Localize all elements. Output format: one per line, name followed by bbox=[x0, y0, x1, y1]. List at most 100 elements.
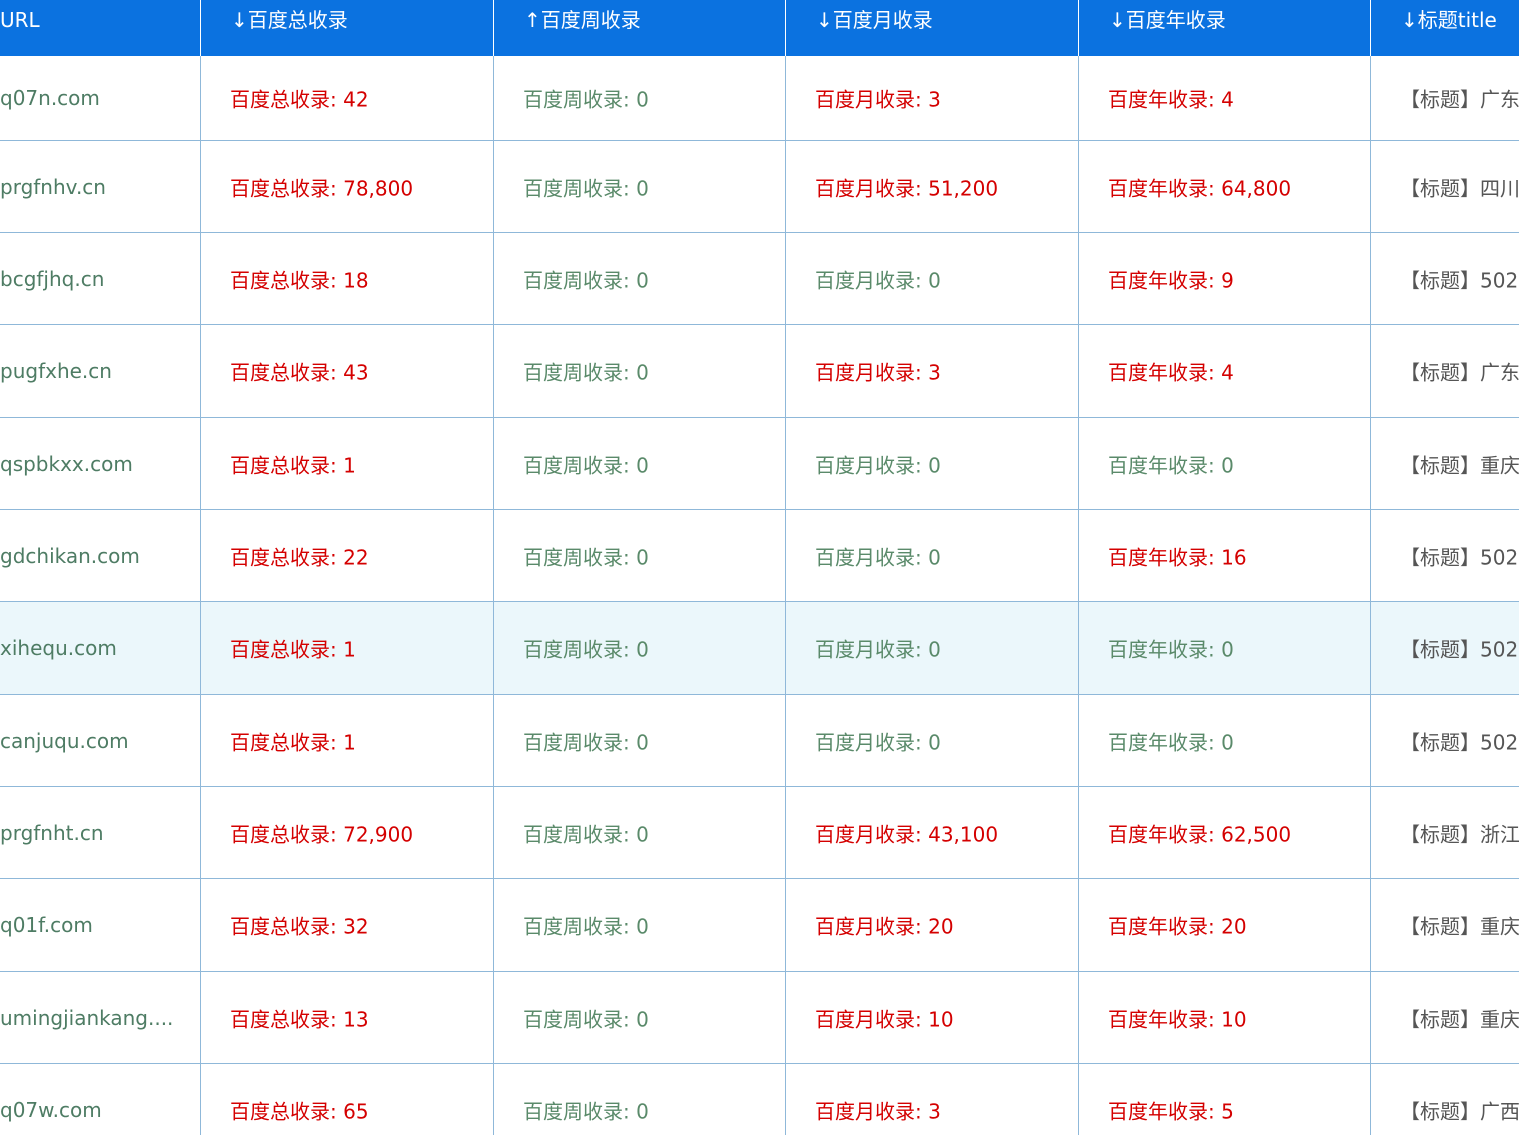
year-cell: 百度年收录: 9 bbox=[1079, 233, 1371, 324]
week-cell: 百度周收录: 0 bbox=[494, 602, 786, 694]
col-header-title[interactable]: ↓标题title bbox=[1371, 0, 1519, 56]
table-row[interactable]: q07w.com 百度总收录: 65 百度周收录: 0 百度月收录: 3 百度年收录: … bbox=[0, 1064, 1519, 1135]
month-cell-text: 百度月收录: 10 bbox=[815, 1007, 954, 1031]
month-cell-text: 百度月收录: 0 bbox=[815, 730, 941, 754]
week-cell-text: 百度周收录: 0 bbox=[523, 1099, 649, 1123]
table-row[interactable]: canjuqu.com 百度总收录: 1 百度周收录: 0 百度月收录: 0 百度年收录… bbox=[0, 695, 1519, 787]
url-cell-text[interactable]: q07w.com bbox=[0, 1098, 102, 1122]
url-cell-text[interactable]: q01f.com bbox=[0, 913, 93, 937]
total-cell-text: 百度总收录: 78,800 bbox=[230, 176, 414, 200]
month-cell-text: 百度月收录: 3 bbox=[815, 1099, 941, 1123]
url-cell-text[interactable]: prgfnht.cn bbox=[0, 821, 104, 845]
url-cell[interactable]: q01f.com bbox=[0, 879, 201, 971]
month-cell: 百度月收录: 3 bbox=[786, 56, 1079, 140]
year-cell-text: 百度年收录: 0 bbox=[1108, 730, 1234, 754]
col-header-year[interactable]: ↓百度年收录 bbox=[1079, 0, 1371, 56]
week-cell-text: 百度周收录: 0 bbox=[523, 87, 649, 112]
title-cell-text: 【标题】浙江 bbox=[1400, 822, 1519, 846]
url-cell[interactable]: qspbkxx.com bbox=[0, 418, 201, 509]
title-cell-text: 【标题】重庆 bbox=[1400, 453, 1519, 477]
total-cell: 百度总收录: 72,900 bbox=[201, 787, 494, 878]
table-row[interactable]: prgfnhv.cn 百度总收录: 78,800 百度周收录: 0 百度月收录: 51… bbox=[0, 141, 1519, 233]
month-cell-text: 百度月收录: 51,200 bbox=[815, 176, 999, 200]
url-cell[interactable]: q07n.com bbox=[0, 56, 201, 140]
month-cell: 百度月收录: 43,100 bbox=[786, 787, 1079, 878]
title-cell-text: 【标题】四川 bbox=[1400, 176, 1519, 200]
table-row[interactable]: xihequ.com 百度总收录: 1 百度周收录: 0 百度月收录: 0 百度年收录:… bbox=[0, 602, 1519, 695]
year-cell: 百度年收录: 16 bbox=[1079, 510, 1371, 601]
table-row[interactable]: umingjiankang.... 百度总收录: 13 百度周收录: 0 百度月收录:… bbox=[0, 972, 1519, 1064]
week-cell-text: 百度周收录: 0 bbox=[523, 822, 649, 846]
url-cell[interactable]: prgfnht.cn bbox=[0, 787, 201, 878]
total-cell-text: 百度总收录: 32 bbox=[230, 914, 369, 939]
week-cell: 百度周收录: 0 bbox=[494, 510, 786, 601]
table-row[interactable]: qspbkxx.com 百度总收录: 1 百度周收录: 0 百度月收录: 0 百度年收录… bbox=[0, 418, 1519, 510]
week-cell-text: 百度周收录: 0 bbox=[523, 453, 649, 477]
table-row[interactable]: pugfxhe.cn 百度总收录: 43 百度周收录: 0 百度月收录: 3 百度年收录… bbox=[0, 325, 1519, 418]
title-cell-text: 【标题】广东 bbox=[1400, 360, 1519, 385]
url-cell-text[interactable]: bcgfjhq.cn bbox=[0, 267, 104, 291]
url-cell[interactable]: q07w.com bbox=[0, 1064, 201, 1135]
url-cell-text[interactable]: gdchikan.com bbox=[0, 544, 140, 568]
week-cell: 百度周收录: 0 bbox=[494, 1064, 786, 1135]
col-header-week[interactable]: ↑百度周收录 bbox=[494, 0, 786, 56]
week-cell-text: 百度周收录: 0 bbox=[523, 268, 649, 292]
title-cell-text: 【标题】502 bbox=[1400, 268, 1519, 292]
url-cell[interactable]: umingjiankang.... bbox=[0, 972, 201, 1063]
month-cell: 百度月收录: 10 bbox=[786, 972, 1079, 1063]
month-cell-text: 百度月收录: 0 bbox=[815, 453, 941, 477]
week-cell-text: 百度周收录: 0 bbox=[523, 545, 649, 569]
total-cell-text: 百度总收录: 72,900 bbox=[230, 822, 414, 846]
table-row[interactable]: prgfnht.cn 百度总收录: 72,900 百度周收录: 0 百度月收录: 43… bbox=[0, 787, 1519, 879]
year-cell-text: 百度年收录: 0 bbox=[1108, 453, 1234, 477]
week-cell-text: 百度周收录: 0 bbox=[523, 176, 649, 200]
col-header-total[interactable]: ↓百度总收录 bbox=[201, 0, 494, 56]
title-cell-text: 【标题】502 bbox=[1400, 545, 1519, 569]
year-cell-text: 百度年收录: 62,500 bbox=[1108, 822, 1292, 846]
total-cell-text: 百度总收录: 22 bbox=[230, 545, 369, 569]
url-cell-text[interactable]: q07n.com bbox=[0, 86, 100, 110]
url-cell[interactable]: prgfnhv.cn bbox=[0, 141, 201, 232]
total-cell: 百度总收录: 42 bbox=[201, 56, 494, 140]
year-cell-text: 百度年收录: 9 bbox=[1108, 268, 1234, 292]
week-cell: 百度周收录: 0 bbox=[494, 695, 786, 786]
month-cell: 百度月收录: 3 bbox=[786, 1064, 1079, 1135]
url-cell-text[interactable]: xihequ.com bbox=[0, 636, 117, 660]
total-cell-text: 百度总收录: 1 bbox=[230, 453, 356, 477]
title-cell: 【标题】四川 bbox=[1371, 141, 1519, 232]
title-cell: 【标题】广东 bbox=[1371, 56, 1519, 140]
total-cell: 百度总收录: 1 bbox=[201, 418, 494, 509]
month-cell: 百度月收录: 0 bbox=[786, 233, 1079, 324]
url-cell-text[interactable]: pugfxhe.cn bbox=[0, 359, 112, 383]
table-row[interactable]: bcgfjhq.cn 百度总收录: 18 百度周收录: 0 百度月收录: 0 百度年收录… bbox=[0, 233, 1519, 325]
year-cell: 百度年收录: 5 bbox=[1079, 1064, 1371, 1135]
col-header-url[interactable]: URL bbox=[0, 0, 201, 56]
month-cell-text: 百度月收录: 43,100 bbox=[815, 822, 999, 846]
week-cell: 百度周收录: 0 bbox=[494, 879, 786, 971]
total-cell: 百度总收录: 78,800 bbox=[201, 141, 494, 232]
col-header-month[interactable]: ↓百度月收录 bbox=[786, 0, 1079, 56]
title-cell-text: 【标题】502 bbox=[1400, 730, 1519, 754]
header-label: ↑百度周收录 bbox=[524, 8, 641, 32]
table-row[interactable]: gdchikan.com 百度总收录: 22 百度周收录: 0 百度月收录: 0 百度年… bbox=[0, 510, 1519, 602]
year-cell: 百度年收录: 0 bbox=[1079, 418, 1371, 509]
month-cell: 百度月收录: 0 bbox=[786, 418, 1079, 509]
total-cell-text: 百度总收录: 13 bbox=[230, 1007, 369, 1031]
year-cell: 百度年收录: 62,500 bbox=[1079, 787, 1371, 878]
url-cell[interactable]: xihequ.com bbox=[0, 602, 201, 694]
url-cell-text[interactable]: prgfnhv.cn bbox=[0, 175, 106, 199]
header-label: ↓百度年收录 bbox=[1109, 8, 1226, 32]
url-cell-text[interactable]: umingjiankang.... bbox=[0, 1006, 173, 1030]
url-cell-text[interactable]: qspbkxx.com bbox=[0, 452, 133, 476]
table-row[interactable]: q01f.com 百度总收录: 32 百度周收录: 0 百度月收录: 20 百度年收录:… bbox=[0, 879, 1519, 972]
month-cell: 百度月收录: 3 bbox=[786, 325, 1079, 417]
table-row[interactable]: q07n.com 百度总收录: 42 百度周收录: 0 百度月收录: 3 百度年收录: … bbox=[0, 56, 1519, 141]
url-cell[interactable]: canjuqu.com bbox=[0, 695, 201, 786]
url-cell[interactable]: bcgfjhq.cn bbox=[0, 233, 201, 324]
url-cell-text[interactable]: canjuqu.com bbox=[0, 729, 129, 753]
url-cell[interactable]: pugfxhe.cn bbox=[0, 325, 201, 417]
week-cell-text: 百度周收录: 0 bbox=[523, 1007, 649, 1031]
total-cell: 百度总收录: 22 bbox=[201, 510, 494, 601]
url-cell[interactable]: gdchikan.com bbox=[0, 510, 201, 601]
total-cell-text: 百度总收录: 18 bbox=[230, 268, 369, 292]
